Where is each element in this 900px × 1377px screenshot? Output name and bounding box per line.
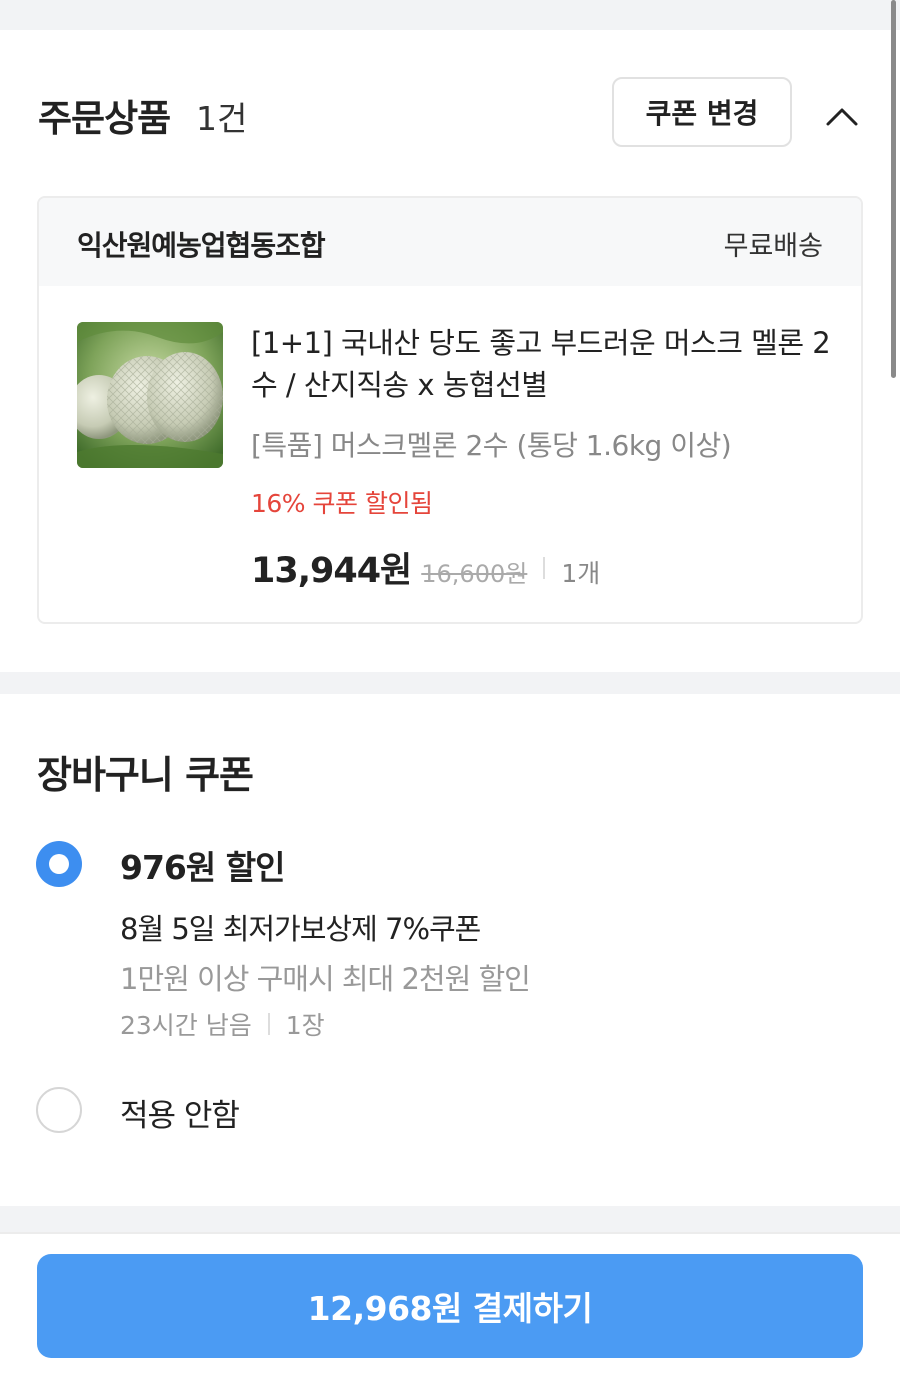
- product-name[interactable]: [1+1] 국내산 당도 좋고 부드러운 머스크 멜론 2수 / 산지직송 x …: [251, 322, 831, 406]
- coupon-change-button[interactable]: 쿠폰 변경: [612, 77, 792, 147]
- coupon-meta: 23시간 남음 1장: [120, 1006, 325, 1042]
- coupon-count: 1장: [285, 1011, 325, 1040]
- divider: [267, 1013, 270, 1035]
- product-price: 13,944원: [251, 551, 412, 591]
- order-count: 1건: [196, 99, 248, 138]
- coupon-discount-amount[interactable]: 976원 할인: [120, 841, 285, 889]
- chevron-up-icon[interactable]: [822, 96, 862, 136]
- no-coupon-option-label[interactable]: 적용 안함: [120, 1090, 240, 1135]
- coupon-remaining-time: 23시간 남음: [120, 1011, 252, 1040]
- original-price: 16,600원: [421, 560, 528, 588]
- seller-name: 익산원예농업협동조합: [77, 229, 326, 262]
- product-thumbnail[interactable]: [77, 322, 223, 468]
- price-row: 13,944원 16,600원 1개: [251, 542, 600, 593]
- cart-coupon-title: 장바구니 쿠폰: [37, 753, 254, 797]
- coupon-name: 8월 5일 최저가보상제 7%쿠폰: [120, 912, 481, 946]
- checkout-page: 주문상품 1건 쿠폰 변경 익산원예농업협동조합 무료배송 [1+1] 국내산 …: [0, 0, 900, 1377]
- shipping-badge: 무료배송: [723, 231, 823, 262]
- coupon-radio-selected[interactable]: [36, 841, 82, 887]
- section-divider: [0, 1206, 900, 1232]
- coupon-condition: 1만원 이상 구매시 최대 2천원 할인: [120, 962, 531, 996]
- section-divider: [0, 672, 900, 694]
- radio-dot: [49, 854, 69, 874]
- seller-header: 익산원예농업협동조합 무료배송: [39, 198, 861, 286]
- coupon-radio-none[interactable]: [36, 1087, 82, 1133]
- melon-image-icon: [77, 322, 223, 468]
- order-section-title: 주문상품: [38, 97, 171, 140]
- pay-button[interactable]: 12,968원 결제하기: [37, 1254, 863, 1358]
- product-coupon-applied: 16% 쿠폰 할인됨: [251, 489, 433, 518]
- product-option: [특품] 머스크멜론 2수 (통당 1.6kg 이상): [251, 429, 732, 462]
- scrollbar[interactable]: [891, 0, 896, 378]
- order-product-card: 익산원예농업협동조합 무료배송 [1+1] 국내산 당도 좋고 부드러운 머스크…: [37, 196, 863, 624]
- divider: [543, 556, 546, 579]
- section-divider: [0, 0, 900, 30]
- product-quantity: 1개: [561, 559, 601, 588]
